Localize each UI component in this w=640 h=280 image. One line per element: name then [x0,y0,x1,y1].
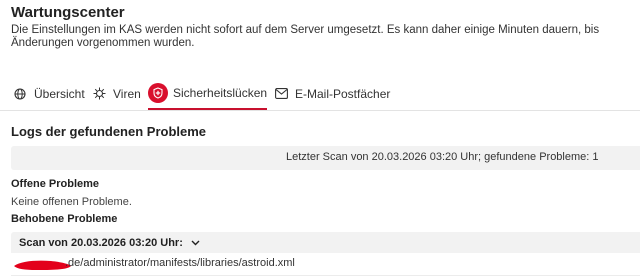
shield-cross-icon [148,83,168,103]
virus-icon [92,87,106,101]
mail-icon [274,87,288,101]
scan-label: Scan von 20.03.2026 03:20 Uhr: [19,236,183,249]
file-path: .de/administrator/manifests/libraries/as… [65,257,295,269]
page-title: Wartungscenter [11,4,125,21]
open-problems-text: Keine offenen Probleme. [11,196,132,208]
tab-security-holes[interactable]: Sicherheitslücken [148,78,268,110]
redaction-mark [14,260,71,270]
open-problems-heading: Offene Probleme [11,178,100,190]
tab-label: Übersicht [34,86,85,101]
tab-label: Viren [113,86,141,101]
tab-label: Sicherheitslücken [173,86,268,100]
tab-viruses[interactable]: Viren [92,78,141,109]
last-scan-summary: Letzter Scan von 20.03.2026 03:20 Uhr; g… [11,146,640,170]
tab-mailboxes[interactable]: E-Mail-Postfächer [274,78,390,109]
scan-accordion-toggle[interactable]: Scan von 20.03.2026 03:20 Uhr: [11,232,640,253]
tab-bar: Übersicht Viren Sicherheitslücken E-Mail… [0,78,640,111]
logs-heading: Logs der gefundenen Probleme [11,124,207,139]
resolved-problems-heading: Behobene Probleme [11,213,118,225]
intro-text: Die Einstellungen im KAS werden nicht so… [11,24,600,49]
last-scan-text: Letzter Scan von 20.03.2026 03:20 Uhr; g… [286,151,599,163]
tab-overview[interactable]: Übersicht [13,78,85,109]
chevron-down-icon [191,238,201,248]
tab-label: E-Mail-Postfächer [295,86,391,101]
resolved-file-row: .de/administrator/manifests/libraries/as… [11,253,640,276]
globe-icon [13,87,27,101]
